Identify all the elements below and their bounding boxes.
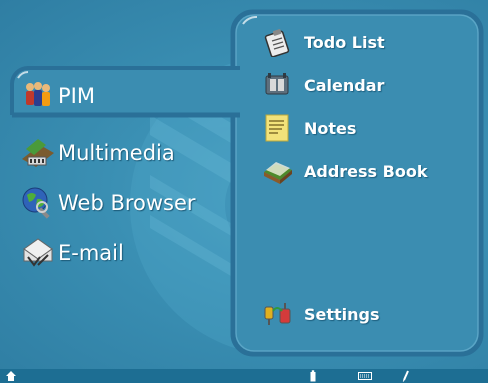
pim-icon <box>20 78 56 114</box>
menu-item-email[interactable]: E-mail <box>20 235 124 271</box>
battery-icon[interactable] <box>308 369 318 383</box>
home-icon[interactable] <box>4 369 18 383</box>
submenu-item-label: Todo List <box>304 32 385 52</box>
menu-item-label: Multimedia <box>58 141 175 165</box>
taskbar <box>0 369 488 383</box>
menu-item-label: PIM <box>58 84 95 108</box>
submenu-item-label: Notes <box>304 118 357 138</box>
multimedia-icon <box>20 135 56 171</box>
submenu-item-label: Calendar <box>304 75 385 95</box>
submenu-item-label: Settings <box>304 304 380 324</box>
menu-item-web-browser[interactable]: Web Browser <box>20 185 196 221</box>
submenu-item-address-book[interactable]: Address Book <box>262 156 427 186</box>
settings-icon <box>262 299 294 329</box>
submenu-item-label: Address Book <box>304 161 428 181</box>
menu-item-multimedia[interactable]: Multimedia <box>20 135 175 171</box>
submenu-item-todo-list[interactable]: Todo List <box>262 27 385 58</box>
clipboard-icon <box>262 27 294 58</box>
web-browser-icon <box>20 185 56 221</box>
address-book-icon <box>262 156 294 186</box>
keyboard-icon[interactable] <box>356 369 374 383</box>
menu-item-label: Web Browser <box>58 191 196 215</box>
sticky-note-icon <box>262 113 294 143</box>
menu-item-label: E-mail <box>58 241 124 265</box>
pen-icon[interactable] <box>400 369 412 383</box>
email-icon <box>20 235 56 271</box>
submenu-item-notes[interactable]: Notes <box>262 113 356 143</box>
calendar-icon <box>262 70 294 100</box>
menu-item-pim[interactable]: PIM <box>20 78 95 114</box>
submenu-item-settings[interactable]: Settings <box>262 299 380 329</box>
submenu-item-calendar[interactable]: Calendar <box>262 70 384 100</box>
